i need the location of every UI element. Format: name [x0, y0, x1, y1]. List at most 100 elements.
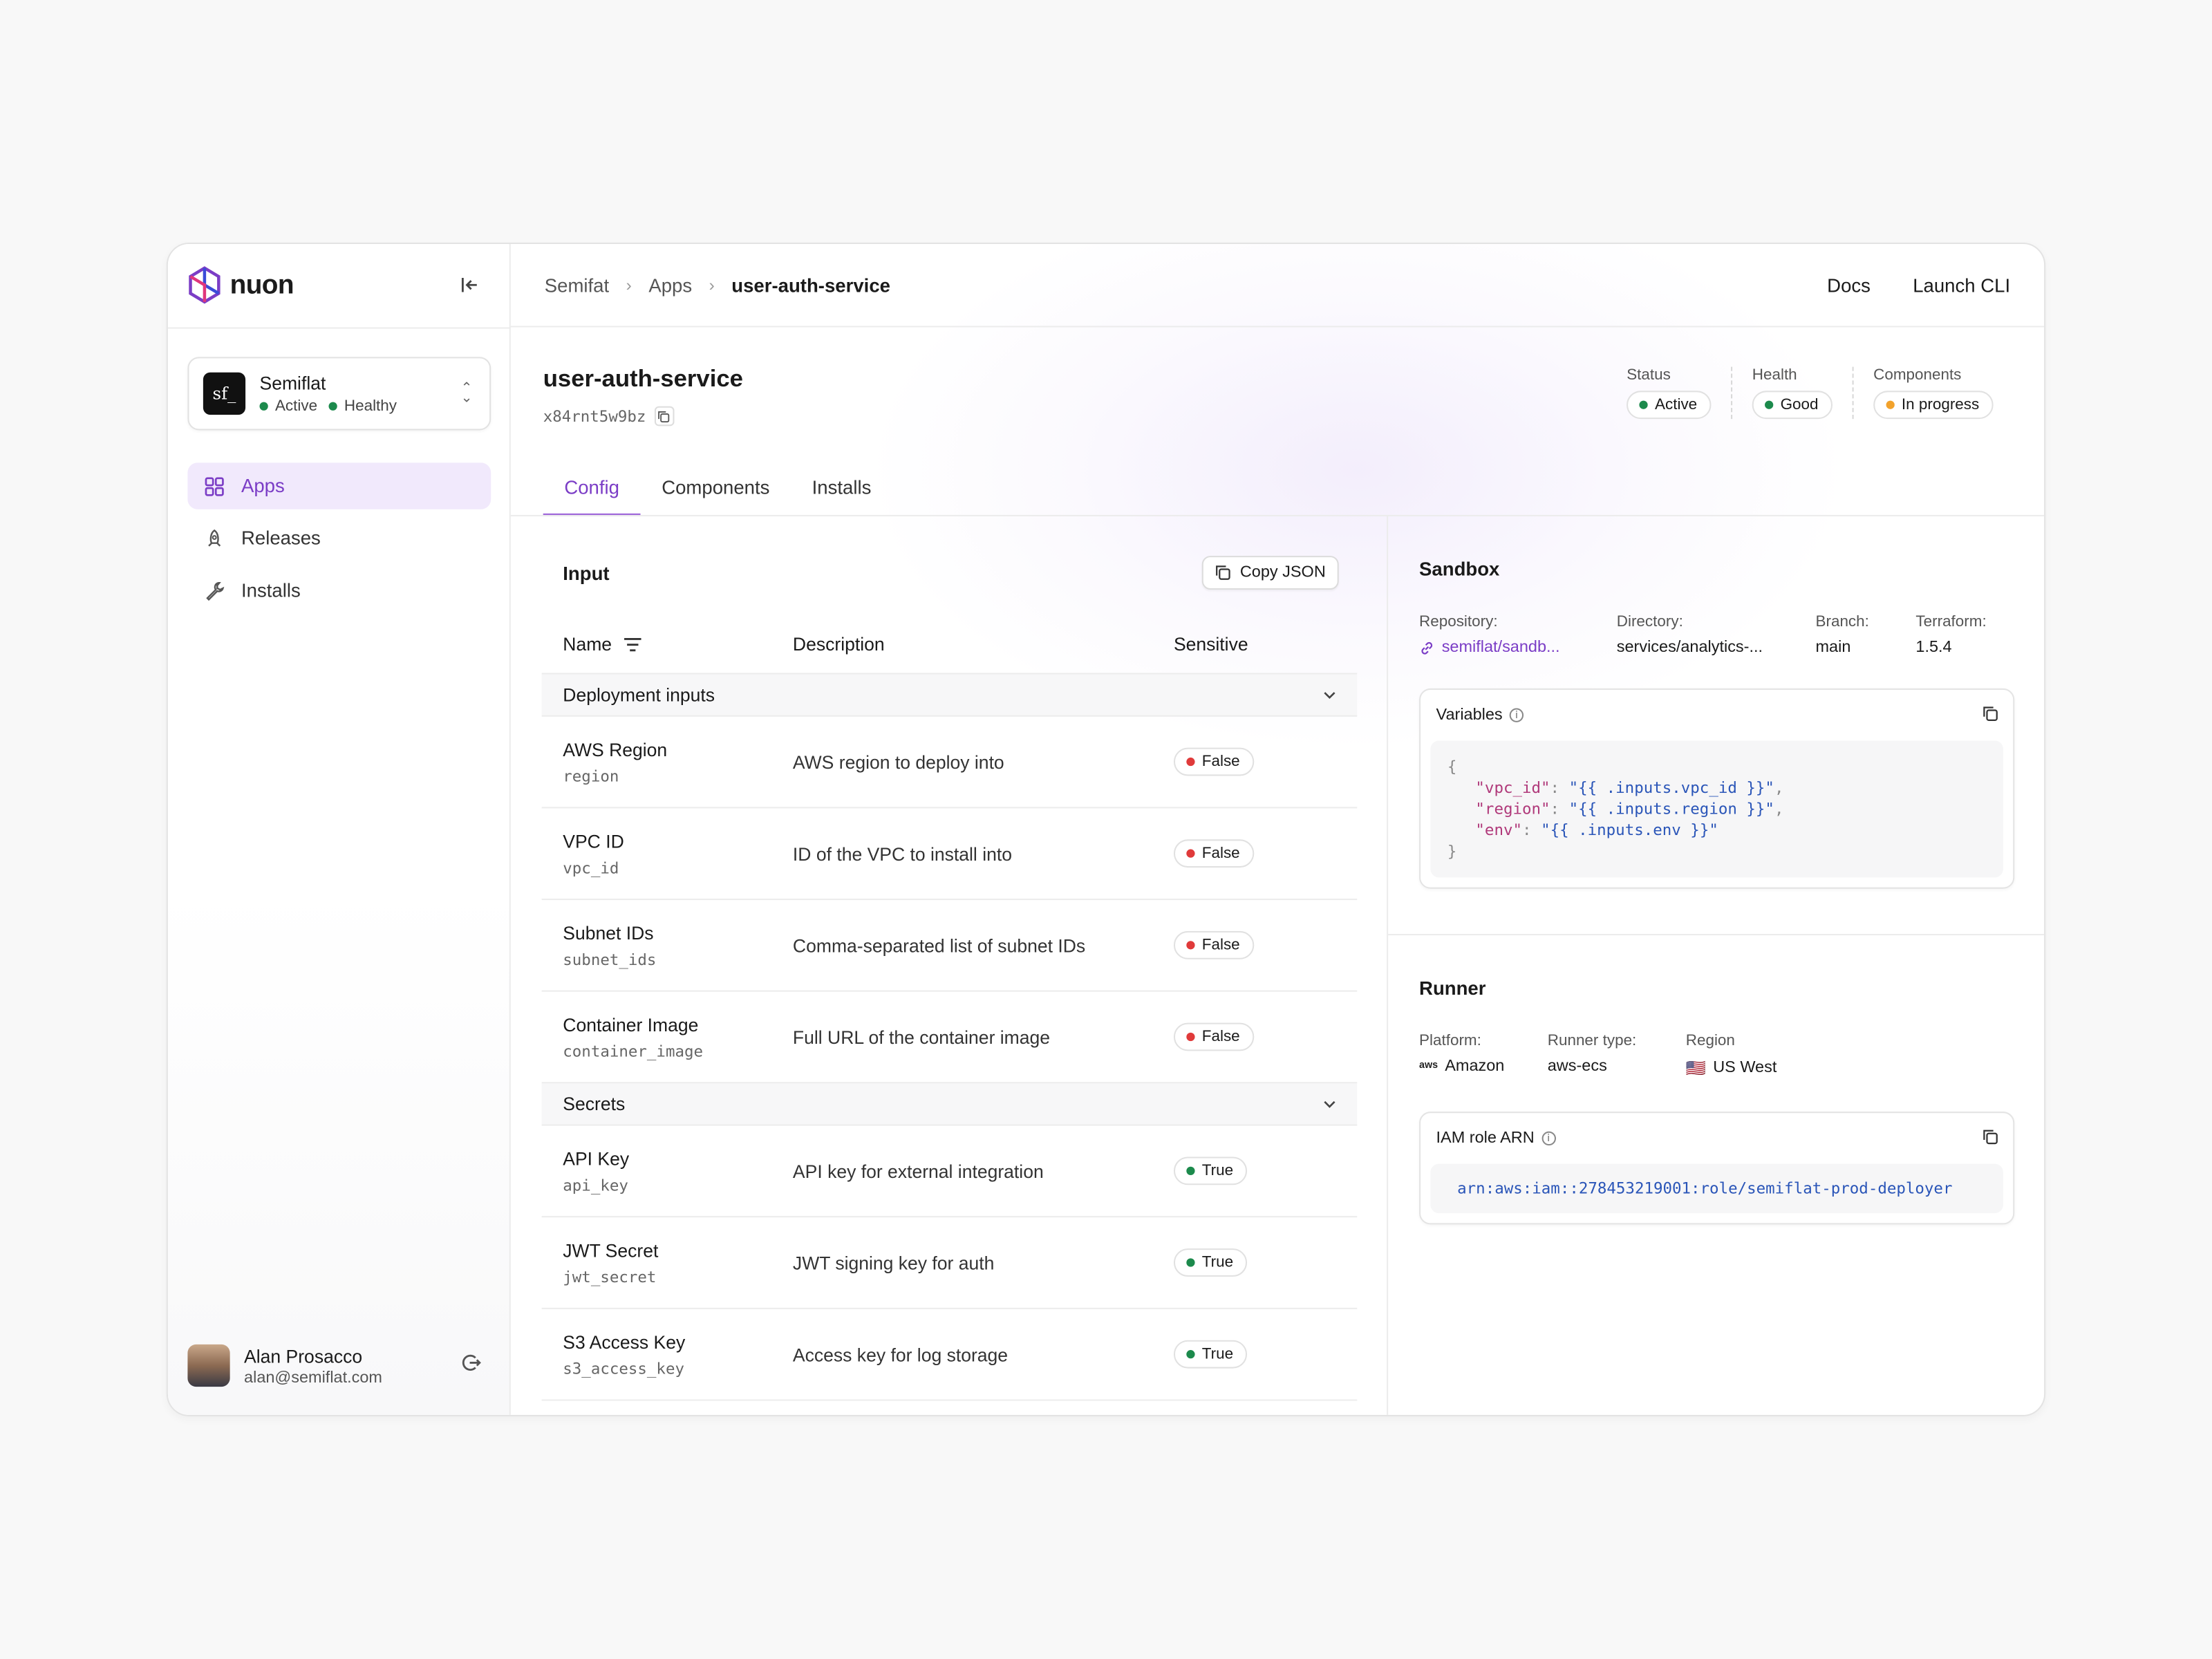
sandbox-terraform: Terraform: 1.5.4	[1915, 613, 1987, 656]
status-summary: Status Active Health Good Components In …	[1607, 366, 1994, 420]
group-deployment-inputs[interactable]: Deployment inputs	[541, 674, 1358, 717]
sandbox-repository: Repository: semiflat/sandb...	[1419, 613, 1560, 656]
table-row[interactable]: Subnet IDs subnet_ids Comma-separated lis…	[541, 900, 1358, 992]
us-flag-icon: 🇺🇸	[1685, 1060, 1706, 1078]
iam-role-card: IAM role ARN i arn:aws:iam::278453219001…	[1419, 1112, 2015, 1225]
org-logo: sf_	[203, 372, 246, 415]
sidebar-item-releases[interactable]: Releases	[187, 515, 491, 561]
sensitive-badge: True	[1173, 1340, 1248, 1369]
runner-region: Region 🇺🇸 US West	[1685, 1032, 1777, 1078]
org-status: Active	[259, 398, 317, 415]
main-content: Semifat › Apps › user-auth-service Docs …	[510, 244, 2045, 1415]
sidebar: nuon sf_ Semiflat Active Healthy ⌃ ⌄ App…	[167, 244, 511, 1415]
copy-icon[interactable]	[1982, 705, 1998, 722]
tab-config[interactable]: Config	[543, 462, 641, 516]
input-title: Input	[563, 563, 610, 584]
rocket-icon	[208, 528, 221, 546]
aws-icon: aws	[1419, 1060, 1438, 1071]
table-row[interactable]: Container Image container_image Full URL …	[541, 992, 1358, 1084]
stat-status: Status Active	[1607, 366, 1733, 420]
chevron-right-icon: ›	[709, 274, 715, 295]
info-icon[interactable]: i	[1541, 1131, 1556, 1146]
sidebar-divider	[167, 327, 511, 329]
sandbox-title: Sandbox	[1419, 559, 1500, 580]
avatar	[187, 1344, 230, 1387]
chevron-down-icon	[1324, 692, 1335, 700]
app-id: x84rnt5w9bz	[543, 406, 646, 426]
table-header: Name Description Sensitive	[541, 615, 1358, 675]
sensitive-badge: False	[1173, 930, 1255, 959]
iam-role-label: IAM role ARN	[1436, 1130, 1535, 1147]
table-row[interactable]: JWT Secret jwt_secret JWT signing key for…	[541, 1217, 1358, 1309]
copy-icon	[1216, 565, 1230, 580]
sidebar-item-installs[interactable]: Installs	[187, 567, 491, 613]
brand-logo[interactable]: nuon	[187, 264, 294, 309]
nuon-logo-icon	[189, 266, 221, 304]
tab-installs[interactable]: Installs	[791, 462, 892, 516]
sidebar-item-apps[interactable]: Apps	[187, 462, 491, 509]
user-name: Alan Prosacco	[244, 1344, 363, 1367]
repository-link[interactable]: semiflat/sandb...	[1419, 639, 1560, 656]
sensitive-badge: False	[1173, 1022, 1255, 1051]
variables-label: Variables	[1436, 706, 1503, 724]
sidebar-item-label: Installs	[241, 579, 301, 601]
breadcrumb-current: user-auth-service	[731, 274, 890, 296]
sidebar-nav: Apps Releases Installs	[187, 462, 491, 619]
section-divider	[1388, 934, 2045, 936]
top-header: Semifat › Apps › user-auth-service Docs …	[510, 244, 2045, 328]
user-email: alan@semiflat.com	[244, 1369, 382, 1387]
variables-code: { "vpc_id": "{{ .inputs.vpc_id }}", "reg…	[1430, 740, 2003, 878]
chevron-right-icon: ›	[626, 274, 632, 295]
breadcrumb: Semifat › Apps › user-auth-service	[545, 274, 890, 296]
app-window: nuon sf_ Semiflat Active Healthy ⌃ ⌄ App…	[166, 243, 2046, 1416]
sandbox-branch: Branch: main	[1815, 613, 1869, 656]
column-sensitive: Sensitive	[1173, 633, 1248, 655]
column-name[interactable]: Name	[542, 633, 793, 655]
input-panel: Input Copy JSON Name Description Sensiti…	[511, 516, 1389, 1415]
breadcrumb-org[interactable]: Semifat	[545, 274, 609, 296]
launch-cli-button[interactable]: Launch CLI	[1913, 274, 2010, 296]
column-description: Description	[792, 633, 885, 655]
components-badge: In progress	[1873, 391, 1994, 420]
org-switcher[interactable]: sf_ Semiflat Active Healthy ⌃ ⌄	[187, 357, 491, 431]
copy-icon[interactable]	[1982, 1129, 1998, 1145]
variables-card: Variables i { "vpc_id": "{{ .inputs.vpc_…	[1419, 688, 2015, 889]
sensitive-badge: True	[1173, 1248, 1248, 1277]
brand-name: nuon	[229, 270, 294, 301]
copy-json-button[interactable]: Copy JSON	[1201, 556, 1339, 590]
collapse-sidebar-icon[interactable]	[456, 271, 484, 299]
filter-icon[interactable]	[623, 637, 641, 651]
input-rows: Deployment inputs AWS Region region AWS r…	[541, 674, 1358, 1401]
sidebar-item-label: Apps	[241, 475, 285, 497]
table-row[interactable]: API Key api_key API key for external inte…	[541, 1126, 1358, 1218]
breadcrumb-apps[interactable]: Apps	[648, 274, 692, 296]
tab-bar: Config Components Installs	[543, 462, 2044, 516]
table-row[interactable]: VPC ID vpc_id ID of the VPC to install in…	[541, 808, 1358, 901]
stat-health: Health Good	[1732, 366, 1854, 420]
runner-title: Runner	[1419, 977, 1486, 999]
sandbox-directory: Directory: services/analytics-...	[1616, 613, 1763, 656]
copy-icon[interactable]	[654, 406, 675, 427]
runner-platform: Platform: aws Amazon	[1419, 1032, 1505, 1076]
page-title: user-auth-service	[543, 365, 743, 393]
stat-components: Components In progress	[1854, 367, 1994, 420]
docs-link[interactable]: Docs	[1827, 274, 1871, 296]
user-profile[interactable]: Alan Prosacco alan@semiflat.com	[187, 1342, 491, 1389]
details-panel: Sandbox Repository: semiflat/sandb... Di…	[1388, 516, 2045, 1415]
chevron-down-icon	[1324, 1100, 1335, 1108]
iam-role-arn[interactable]: arn:aws:iam::278453219001:role/semiflat-…	[1430, 1163, 2003, 1214]
org-health: Healthy	[328, 398, 397, 415]
logout-icon[interactable]	[460, 1351, 482, 1381]
link-icon	[1421, 641, 1433, 654]
sensitive-badge: False	[1173, 839, 1255, 868]
sensitive-badge: False	[1173, 747, 1255, 776]
table-row[interactable]: AWS Region region AWS region to deploy in…	[541, 717, 1358, 809]
sensitive-badge: True	[1173, 1156, 1248, 1185]
chevron-updown-icon: ⌃ ⌄	[460, 381, 473, 406]
health-badge: Good	[1752, 391, 1833, 420]
group-secrets[interactable]: Secrets	[541, 1083, 1358, 1126]
runner-type: Runner type: aws-ecs	[1547, 1032, 1637, 1076]
tab-components[interactable]: Components	[641, 462, 791, 516]
table-row[interactable]: S3 Access Key s3_access_key Access key fo…	[541, 1309, 1358, 1401]
info-icon[interactable]: i	[1509, 708, 1524, 722]
